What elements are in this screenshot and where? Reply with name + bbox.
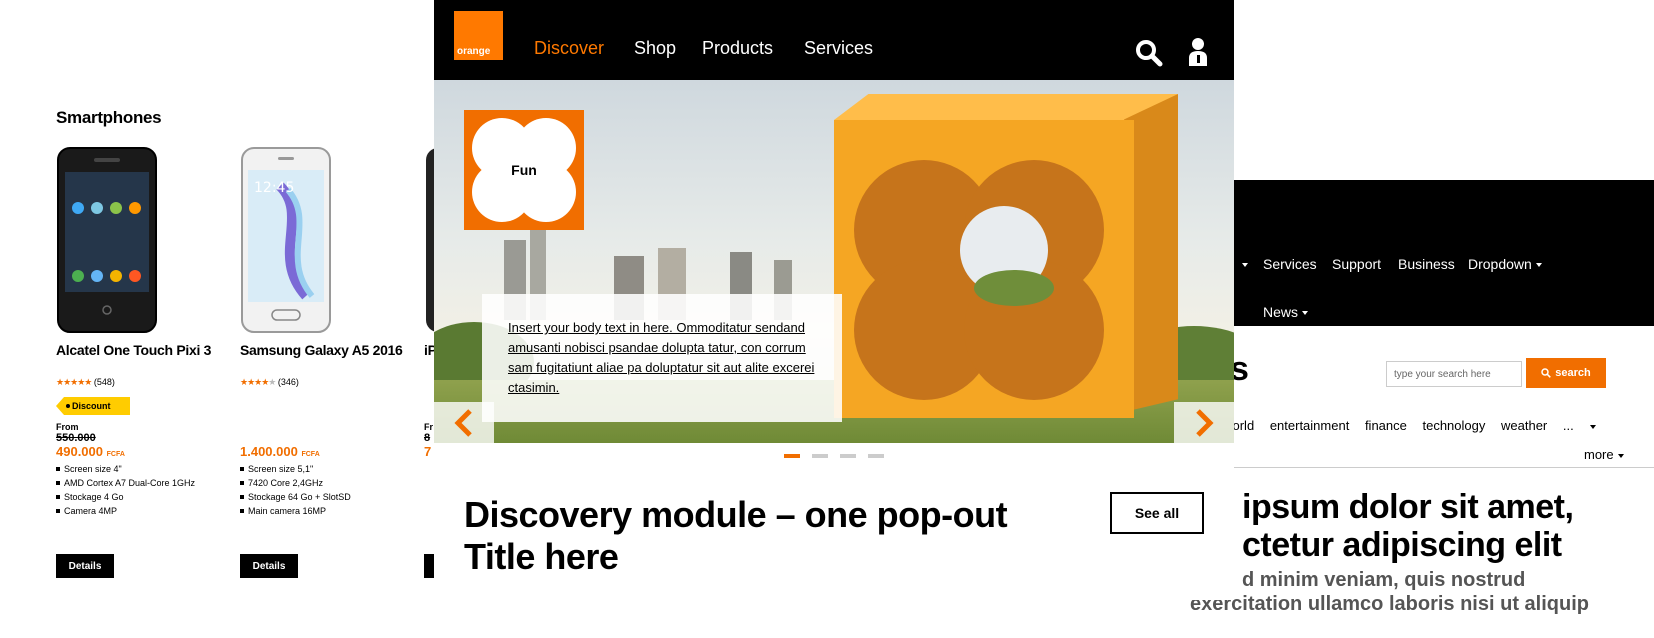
review-count: (346) — [277, 377, 299, 387]
currency: FCFA — [301, 451, 320, 458]
details-button[interactable]: Details — [56, 554, 114, 578]
nav-item-products[interactable]: Products — [702, 38, 773, 59]
topic-link[interactable]: weather — [1501, 418, 1547, 433]
tile-label: Fun — [511, 162, 537, 178]
old-price: 8 — [424, 432, 431, 444]
more-dropdown[interactable]: more — [1584, 447, 1624, 462]
star-rating-icon: ★★★★★ — [56, 377, 92, 387]
carousel-dot[interactable] — [784, 454, 800, 458]
topic-bar: vorld entertainment finance technology w… — [1226, 418, 1620, 433]
svg-text:12:45: 12:45 — [254, 180, 294, 196]
spec-item: Stockage 64 Go + SlotSD — [240, 490, 351, 504]
nav-item-label: Dropdown — [1468, 256, 1532, 272]
carousel-dot[interactable] — [812, 454, 828, 458]
chevron-down-icon — [1535, 263, 1542, 268]
price: 7 — [424, 444, 432, 459]
details-button[interactable]: Details — [240, 554, 298, 578]
sculpture-front — [834, 120, 1134, 418]
search-button[interactable]: search — [1526, 358, 1606, 388]
category-tile[interactable]: Fun — [464, 110, 584, 230]
rating: ★★★★★ (346) — [240, 377, 299, 388]
spec-item: Main camera 16MP — [240, 504, 351, 518]
spec-item: Stockage 4 Go — [56, 490, 195, 504]
topic-link[interactable]: technology — [1422, 418, 1485, 433]
product-name[interactable]: Samsung Galaxy A5 2016 — [240, 342, 403, 358]
carousel-dot[interactable] — [868, 454, 884, 458]
section-title: Smartphones — [56, 108, 162, 127]
price-value: 1.400.000 — [240, 444, 298, 459]
spec-item: Screen size 5,1" — [240, 462, 351, 476]
caption-link[interactable]: Insert your body text in here. Ommoditat… — [508, 318, 816, 398]
spec-list: Screen size 5,1" 7420 Core 2,4GHz Stocka… — [240, 462, 351, 518]
badge-label: Discount — [72, 401, 111, 411]
article-headline[interactable]: ipsum dolor sit amet, ctetur adipiscing … — [1242, 488, 1574, 564]
chevron-down-icon — [1617, 453, 1624, 458]
from-label: From — [56, 422, 79, 432]
hero-carousel[interactable]: Fun Insert your body text in here. Ommod… — [434, 80, 1234, 443]
nav-item-business[interactable]: Business — [1398, 256, 1455, 272]
review-count: (548) — [93, 377, 115, 387]
product-name[interactable]: Alcatel One Touch Pixi 3 — [56, 342, 211, 358]
chevron-down-icon — [1589, 424, 1596, 429]
divider — [1226, 467, 1654, 468]
search-button-label: search — [1555, 367, 1591, 379]
article-subtitle: d minim veniam, quis nostrud — [1242, 569, 1526, 591]
tag-dot-icon — [66, 404, 70, 408]
carousel-indicators — [784, 454, 884, 458]
sculpture-top — [834, 94, 1178, 120]
currency: FCFA — [106, 451, 125, 458]
main-navbar: orange Discover Shop Products Services — [434, 0, 1234, 80]
discount-badge: Discount — [56, 397, 130, 415]
headline-line: ipsum dolor sit amet, — [1242, 488, 1574, 526]
nav-item-shop[interactable]: Shop — [634, 38, 676, 59]
search-icon — [1541, 368, 1552, 378]
spec-list: Screen size 4" AMD Cortex A7 Dual-Core 1… — [56, 462, 195, 518]
discovery-panel: orange Discover Shop Products Services F… — [434, 0, 1234, 600]
phone-image[interactable] — [56, 146, 160, 339]
topic-link[interactable]: entertainment — [1270, 418, 1350, 433]
chevron-right-icon — [1196, 409, 1214, 437]
smartphones-panel: Smartphones Alcatel One Touch Pixi 3 ★★★… — [0, 0, 440, 638]
spec-item: 7420 Core 2,4GHz — [240, 476, 351, 490]
nav-item-discover[interactable]: Discover — [534, 38, 604, 59]
carousel-dot[interactable] — [840, 454, 856, 458]
nav-item-label: News — [1263, 304, 1299, 320]
nav-item-services[interactable]: Services — [804, 38, 873, 59]
price: 490.000 FCFA — [56, 444, 125, 459]
topic-more-dropdown[interactable]: ... — [1563, 418, 1608, 433]
phone-image[interactable]: 12:45 — [240, 146, 332, 339]
price-value: 490.000 — [56, 444, 103, 459]
logo-text: orange — [457, 46, 491, 57]
carousel-next-button[interactable] — [1174, 402, 1234, 443]
search-icon[interactable] — [1134, 36, 1164, 68]
topic-link-label: ... — [1562, 418, 1574, 433]
chevron-down-icon — [1302, 311, 1309, 316]
nav-item-support[interactable]: Support — [1332, 256, 1381, 272]
hero-caption: Insert your body text in here. Ommoditat… — [482, 294, 842, 422]
nav-item-services[interactable]: Services — [1263, 256, 1317, 272]
orange-logo[interactable]: orange — [454, 11, 503, 60]
discovery-title: Discovery module – one pop-out Title her… — [464, 494, 1008, 577]
search-input[interactable] — [1386, 361, 1522, 387]
price: 1.400.000 FCFA — [240, 444, 320, 459]
topic-link[interactable]: finance — [1365, 418, 1407, 433]
from-label: Fr — [424, 422, 433, 432]
nav-dropdown-partial[interactable] — [1238, 256, 1248, 272]
spec-item: AMD Cortex A7 Dual-Core 1GHz — [56, 476, 195, 490]
star-rating-icon: ★★★★★ — [240, 377, 276, 387]
nav-item-news[interactable]: News — [1263, 304, 1309, 320]
user-account-icon[interactable] — [1186, 36, 1216, 68]
carousel-prev-button[interactable] — [434, 402, 494, 443]
rating: ★★★★★ (548) — [56, 377, 115, 388]
chevron-down-icon — [1242, 263, 1248, 268]
nav-item-dropdown[interactable]: Dropdown — [1468, 256, 1542, 272]
chevron-left-icon — [454, 409, 472, 437]
spec-item: Screen size 4" — [56, 462, 195, 476]
more-label: more — [1584, 447, 1614, 462]
old-price: 550.000 — [56, 432, 96, 444]
headline-line: ctetur adipiscing elit — [1242, 526, 1562, 564]
see-all-button[interactable]: See all — [1110, 492, 1204, 534]
article-subtitle: exercitation ullamco laboris nisi ut ali… — [1190, 593, 1589, 615]
spec-item: Camera 4MP — [56, 504, 195, 518]
